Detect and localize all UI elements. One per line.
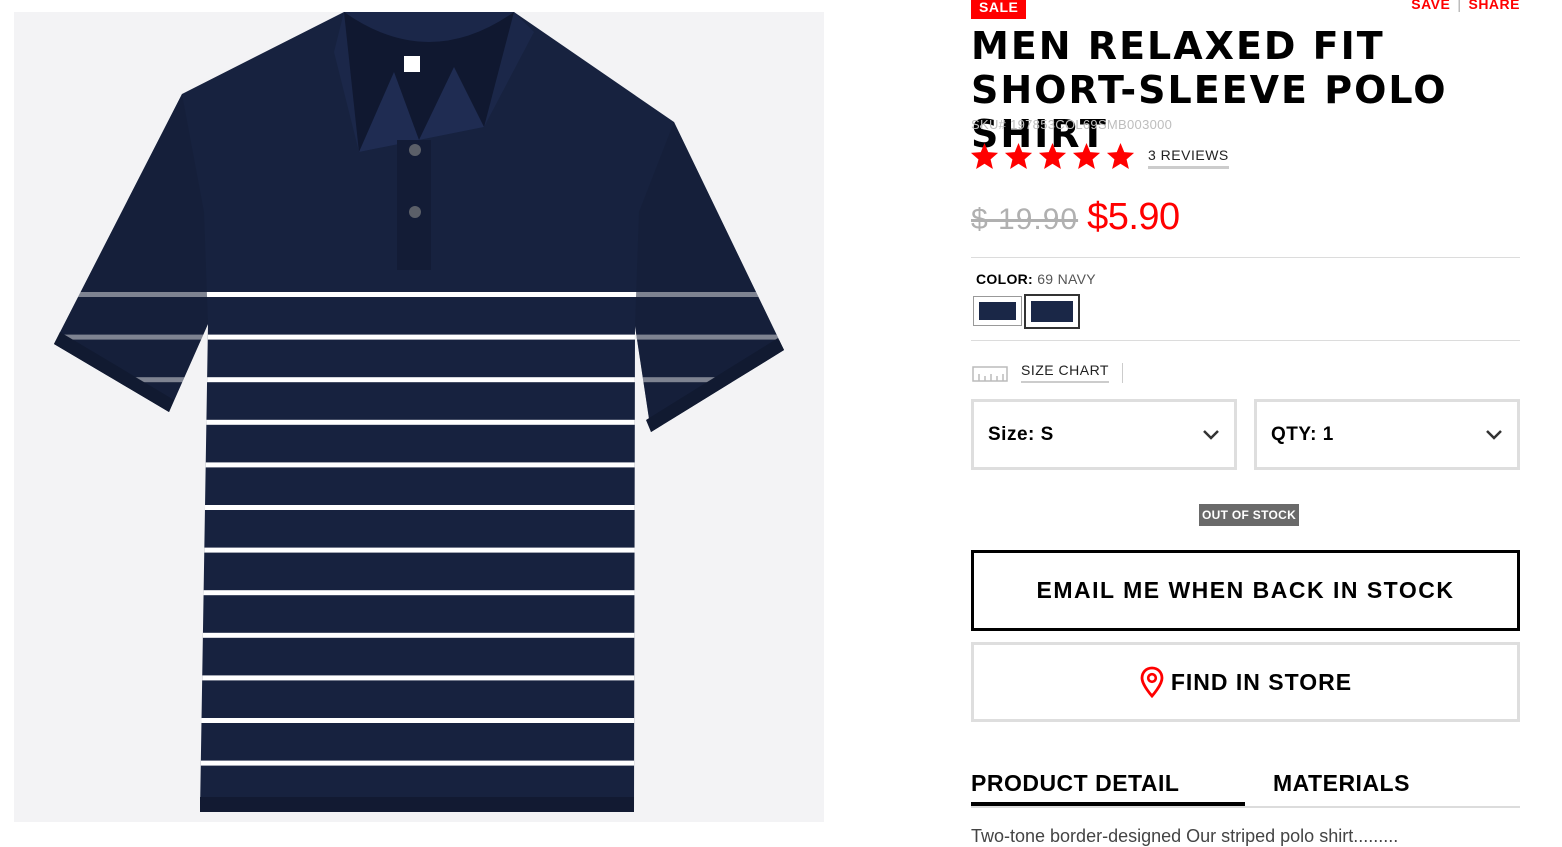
vertical-separator	[1121, 362, 1123, 383]
rating: 3 REVIEWS	[969, 141, 1229, 172]
price-row: $ 19.90 $5.90	[971, 196, 1180, 239]
product-title: MEN RELAXED FIT SHORT-SLEEVE POLO SHIRT	[971, 24, 1448, 156]
star-icon	[1072, 142, 1101, 170]
size-select[interactable]: Size: S	[971, 399, 1237, 470]
sale-badge: SALE	[971, 0, 1027, 19]
email-button-label: EMAIL ME WHEN BACK IN STOCK	[1036, 577, 1455, 603]
description-preview: Two-tone border-designed Our striped pol…	[971, 826, 1399, 846]
tab-materials[interactable]: MATERIALS	[1245, 768, 1519, 806]
star-icon	[970, 142, 999, 170]
divider	[971, 340, 1520, 341]
star-icon	[1106, 142, 1135, 170]
out-of-stock-badge: OUT OF STOCK	[1199, 504, 1300, 526]
shirt-stripe	[54, 547, 784, 553]
color-swatch-navy-2[interactable]	[1024, 294, 1080, 329]
shirt-stripe	[54, 718, 784, 723]
divider	[971, 257, 1520, 258]
color-label-key: COLOR:	[976, 271, 1034, 287]
swatch-fill	[979, 302, 1016, 320]
color-label: COLOR: 69 NAVY	[976, 271, 1096, 287]
save-link[interactable]: SAVE	[1411, 0, 1450, 12]
star-icon	[1038, 142, 1067, 170]
shirt-stripe	[54, 675, 784, 681]
swatch-fill	[1031, 301, 1073, 322]
product-tabs: PRODUCT DETAIL MATERIALS	[971, 768, 1520, 808]
shirt-stripe	[54, 590, 784, 596]
size-select-value: Size: S	[988, 423, 1054, 445]
link-separator: |	[1457, 0, 1462, 12]
chevron-down-icon	[1486, 429, 1502, 440]
share-link[interactable]: SHARE	[1468, 0, 1520, 12]
location-pin-icon	[1140, 666, 1164, 698]
color-value: 69 NAVY	[1037, 271, 1096, 287]
chevron-down-icon	[1203, 429, 1219, 440]
save-share-links: SAVE | SHARE	[1411, 0, 1520, 12]
shirt-stripe	[54, 419, 784, 425]
email-back-in-stock-button[interactable]: EMAIL ME WHEN BACK IN STOCK	[971, 550, 1520, 631]
quantity-select-value: QTY: 1	[1271, 423, 1334, 445]
product-sku: SKU# 197853COL69SMB003000	[971, 117, 1173, 132]
size-chart-link[interactable]: SIZE CHART	[972, 362, 1123, 383]
tab-product-detail[interactable]: PRODUCT DETAIL	[971, 768, 1245, 806]
sale-price: $5.90	[1087, 196, 1180, 238]
shirt-stripe	[54, 505, 784, 510]
find-in-store-button[interactable]: FIND IN STORE	[971, 642, 1520, 722]
star-icon	[1004, 142, 1033, 170]
size-chart-label: SIZE CHART	[1021, 362, 1109, 383]
shirt-stripe	[54, 760, 784, 766]
polo-shirt-illustration	[54, 12, 784, 812]
ruler-icon	[972, 365, 1008, 382]
shirt-stripe	[54, 632, 784, 638]
color-swatches	[973, 294, 1080, 329]
reviews-link[interactable]: 3 REVIEWS	[1148, 147, 1229, 169]
rating-stars	[969, 141, 1136, 172]
product-image	[14, 12, 824, 822]
original-price: $ 19.90	[971, 203, 1079, 236]
quantity-select[interactable]: QTY: 1	[1254, 399, 1520, 470]
shirt-stripe	[54, 462, 784, 468]
color-swatch-navy-1[interactable]	[973, 296, 1022, 326]
find-in-store-label: FIND IN STORE	[1170, 668, 1353, 695]
